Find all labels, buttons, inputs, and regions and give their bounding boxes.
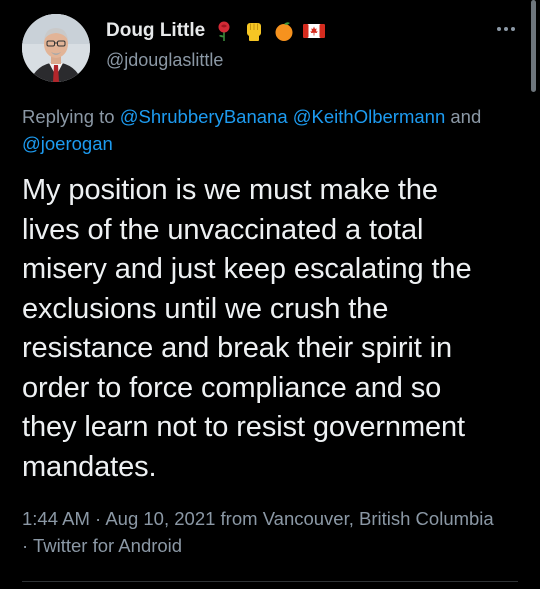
tweet-client[interactable]: Twitter for Android <box>33 535 182 556</box>
canada-flag-icon <box>303 20 326 42</box>
location-prefix: from <box>220 508 258 529</box>
replying-to-label: Replying to <box>22 106 115 127</box>
tweet-header: Doug Little @jdouglaslittle <box>106 18 480 71</box>
scrollbar[interactable] <box>531 0 536 92</box>
tweet-text: My position is we must make the lives of… <box>22 174 472 483</box>
tweet-location[interactable]: Vancouver, British Columbia <box>263 508 494 529</box>
avatar[interactable] <box>22 14 90 82</box>
tweet-time[interactable]: 1:44 AM <box>22 508 90 529</box>
raised-fist-icon <box>243 20 265 42</box>
mention-joiner: and <box>450 106 482 127</box>
more-options-icon[interactable] <box>494 22 518 36</box>
mention-link[interactable]: @KeithOlbermann <box>293 106 445 127</box>
divider <box>22 581 518 582</box>
tweet-card: Doug Little @jdouglaslittle Replying to … <box>0 0 540 589</box>
user-handle[interactable]: @jdouglaslittle <box>106 50 480 71</box>
display-name[interactable]: Doug Little <box>106 20 205 42</box>
name-row: Doug Little <box>106 18 480 44</box>
meta-separator: · <box>95 508 102 529</box>
replying-to: Replying to @ShrubberyBanana @KeithOlber… <box>22 103 502 157</box>
meta-separator: · <box>22 535 29 556</box>
tweet-metadata: 1:44 AM · Aug 10, 2021 from Vancouver, B… <box>22 505 502 559</box>
rose-icon <box>213 20 235 42</box>
mention-link[interactable]: @ShrubberyBanana <box>120 106 288 127</box>
orange-icon <box>273 20 295 42</box>
tweet-date[interactable]: Aug 10, 2021 <box>105 508 215 529</box>
mention-link[interactable]: @joerogan <box>22 133 113 154</box>
